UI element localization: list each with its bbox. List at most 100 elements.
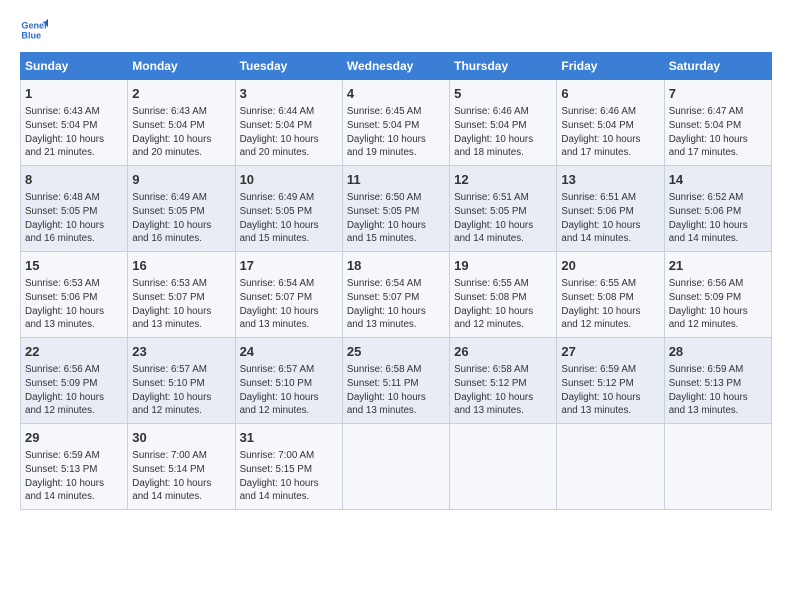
day-number: 21: [669, 257, 767, 275]
cell-text: Sunrise: 6:56 AM: [25, 363, 123, 377]
cell-text: Sunrise: 6:46 AM: [454, 105, 552, 119]
cell-text: Daylight: 10 hours: [132, 305, 230, 319]
cell-text: Sunrise: 6:45 AM: [347, 105, 445, 119]
cell-text: Daylight: 10 hours: [561, 305, 659, 319]
cell-text: Sunset: 5:13 PM: [669, 377, 767, 391]
cell-text: Sunrise: 7:00 AM: [240, 449, 338, 463]
cell-text: Sunrise: 6:54 AM: [347, 277, 445, 291]
calendar-cell: 12Sunrise: 6:51 AMSunset: 5:05 PMDayligh…: [450, 166, 557, 252]
cell-text: Daylight: 10 hours: [240, 305, 338, 319]
day-number: 29: [25, 429, 123, 447]
cell-text: Sunset: 5:07 PM: [347, 291, 445, 305]
calendar-cell: 11Sunrise: 6:50 AMSunset: 5:05 PMDayligh…: [342, 166, 449, 252]
cell-text: Sunset: 5:10 PM: [240, 377, 338, 391]
calendar-cell: 23Sunrise: 6:57 AMSunset: 5:10 PMDayligh…: [128, 338, 235, 424]
cell-text: Daylight: 10 hours: [561, 219, 659, 233]
cell-text: Sunrise: 6:53 AM: [132, 277, 230, 291]
cell-text: Sunrise: 6:47 AM: [669, 105, 767, 119]
calendar-cell: 2Sunrise: 6:43 AMSunset: 5:04 PMDaylight…: [128, 80, 235, 166]
cell-text: and 20 minutes.: [240, 146, 338, 160]
cell-text: Daylight: 10 hours: [347, 219, 445, 233]
cell-text: Daylight: 10 hours: [240, 219, 338, 233]
calendar-header-tuesday: Tuesday: [235, 53, 342, 80]
cell-text: Sunrise: 6:58 AM: [347, 363, 445, 377]
calendar-cell: 16Sunrise: 6:53 AMSunset: 5:07 PMDayligh…: [128, 252, 235, 338]
cell-text: Sunrise: 6:53 AM: [25, 277, 123, 291]
day-number: 1: [25, 85, 123, 103]
cell-text: Sunset: 5:04 PM: [454, 119, 552, 133]
calendar-cell: 13 Sunrise: 6:51 AMSunset: 5:06 PMDayligh…: [557, 166, 664, 252]
cell-text: Daylight: 10 hours: [347, 391, 445, 405]
cell-text: Sunrise: 6:49 AM: [132, 191, 230, 205]
cell-text: and 13 minutes.: [454, 404, 552, 418]
day-number: 5: [454, 85, 552, 103]
calendar-cell: 29Sunrise: 6:59 AMSunset: 5:13 PMDayligh…: [21, 424, 128, 510]
calendar-cell: 4 Sunrise: 6:45 AMSunset: 5:04 PMDaylight…: [342, 80, 449, 166]
cell-text: Daylight: 10 hours: [132, 477, 230, 491]
cell-text: Sunrise: 6:55 AM: [454, 277, 552, 291]
cell-text: Sunrise: 6:43 AM: [132, 105, 230, 119]
cell-text: Sunrise: 6:55 AM: [561, 277, 659, 291]
cell-text: Daylight: 10 hours: [561, 391, 659, 405]
cell-text: Sunset: 5:05 PM: [240, 205, 338, 219]
day-number: 12: [454, 171, 552, 189]
cell-text: Sunset: 5:04 PM: [132, 119, 230, 133]
cell-text: Sunrise: 6:44 AM: [240, 105, 338, 119]
cell-text: Sunrise: 6:43 AM: [25, 105, 123, 119]
cell-text: Sunrise: 6:56 AM: [669, 277, 767, 291]
day-number: 4: [347, 85, 445, 103]
calendar-cell: 17Sunrise: 6:54 AMSunset: 5:07 PMDayligh…: [235, 252, 342, 338]
cell-text: Sunrise: 6:51 AM: [561, 191, 659, 205]
cell-text: Sunset: 5:07 PM: [132, 291, 230, 305]
calendar-header-sunday: Sunday: [21, 53, 128, 80]
cell-text: Daylight: 10 hours: [347, 133, 445, 147]
cell-text: Sunset: 5:14 PM: [132, 463, 230, 477]
calendar-cell: 9Sunrise: 6:49 AMSunset: 5:05 PMDaylight…: [128, 166, 235, 252]
cell-text: Sunrise: 6:54 AM: [240, 277, 338, 291]
cell-text: Sunset: 5:12 PM: [561, 377, 659, 391]
cell-text: Daylight: 10 hours: [347, 305, 445, 319]
cell-text: Daylight: 10 hours: [669, 133, 767, 147]
cell-text: and 16 minutes.: [25, 232, 123, 246]
day-number: 13: [561, 171, 659, 189]
cell-text: Sunset: 5:09 PM: [25, 377, 123, 391]
cell-text: Sunset: 5:04 PM: [347, 119, 445, 133]
day-number: 6: [561, 85, 659, 103]
calendar-week-row: 15Sunrise: 6:53 AMSunset: 5:06 PMDayligh…: [21, 252, 772, 338]
calendar-week-row: 8Sunrise: 6:48 AMSunset: 5:05 PMDaylight…: [21, 166, 772, 252]
day-number: 20: [561, 257, 659, 275]
day-number: 10: [240, 171, 338, 189]
cell-text: Sunset: 5:09 PM: [669, 291, 767, 305]
cell-text: Daylight: 10 hours: [454, 305, 552, 319]
cell-text: Daylight: 10 hours: [25, 219, 123, 233]
cell-text: Daylight: 10 hours: [240, 391, 338, 405]
day-number: 18: [347, 257, 445, 275]
calendar-cell: [664, 424, 771, 510]
calendar-header-monday: Monday: [128, 53, 235, 80]
day-number: 9: [132, 171, 230, 189]
calendar-cell: 14Sunrise: 6:52 AMSunset: 5:06 PMDayligh…: [664, 166, 771, 252]
day-number: 28: [669, 343, 767, 361]
calendar-table: SundayMondayTuesdayWednesdayThursdayFrid…: [20, 52, 772, 510]
cell-text: Daylight: 10 hours: [669, 391, 767, 405]
cell-text: and 14 minutes.: [25, 490, 123, 504]
cell-text: Sunset: 5:06 PM: [25, 291, 123, 305]
cell-text: Sunset: 5:08 PM: [561, 291, 659, 305]
calendar-cell: 28 Sunrise: 6:59 AMSunset: 5:13 PMDayligh…: [664, 338, 771, 424]
calendar-cell: 10Sunrise: 6:49 AMSunset: 5:05 PMDayligh…: [235, 166, 342, 252]
cell-text: Sunrise: 6:59 AM: [669, 363, 767, 377]
logo: General Blue: [20, 16, 48, 44]
cell-text: and 15 minutes.: [240, 232, 338, 246]
calendar-cell: 26Sunrise: 6:58 AMSunset: 5:12 PMDayligh…: [450, 338, 557, 424]
day-number: 25: [347, 343, 445, 361]
cell-text: Sunrise: 6:50 AM: [347, 191, 445, 205]
cell-text: Sunset: 5:05 PM: [454, 205, 552, 219]
calendar-header-saturday: Saturday: [664, 53, 771, 80]
cell-text: and 14 minutes.: [132, 490, 230, 504]
cell-text: Sunset: 5:05 PM: [132, 205, 230, 219]
cell-text: Sunset: 5:06 PM: [561, 205, 659, 219]
calendar-cell: 30Sunrise: 7:00 AMSunset: 5:14 PMDayligh…: [128, 424, 235, 510]
calendar-cell: [450, 424, 557, 510]
day-number: 2: [132, 85, 230, 103]
day-number: 17: [240, 257, 338, 275]
